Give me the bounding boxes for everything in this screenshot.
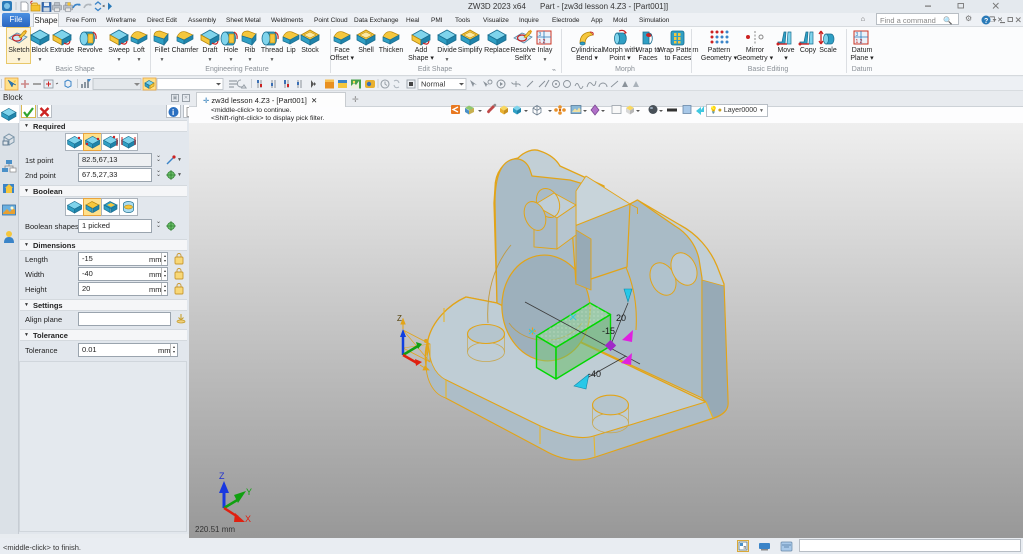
svg-text:Normal: Normal [421, 80, 446, 89]
svg-text:-15: -15 [602, 326, 615, 336]
svg-text:i: i [172, 108, 174, 117]
svg-text:?: ? [984, 18, 988, 25]
svg-text:Y: Y [246, 487, 252, 497]
svg-text:n: n [744, 545, 747, 551]
svg-text:X: X [245, 514, 251, 524]
svg-text:Z: Z [397, 314, 402, 323]
svg-text:-40: -40 [588, 369, 601, 379]
svg-text:20: 20 [616, 313, 626, 323]
svg-text:Z: Z [219, 471, 225, 481]
